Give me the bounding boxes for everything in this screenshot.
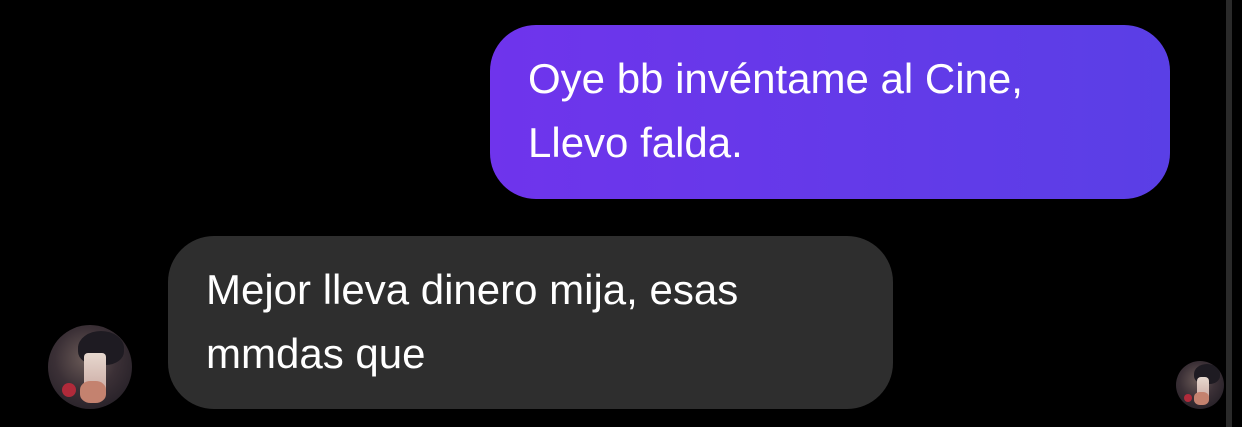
message-text-line: Oye bb invéntame al Cine, — [528, 55, 1023, 102]
seen-receipt-avatar — [1176, 361, 1224, 409]
contact-avatar[interactable] — [48, 325, 132, 409]
avatar-accent-shape — [62, 383, 76, 397]
avatar-hand-shape — [80, 381, 106, 403]
avatar-hand-shape — [1194, 392, 1209, 405]
scrollbar[interactable] — [1226, 0, 1232, 427]
message-text-line: Llevo falda. — [528, 119, 743, 166]
received-message-bubble[interactable]: Mejor lleva dinero mija, esas mmdas que — [168, 236, 893, 409]
avatar-accent-shape — [1184, 394, 1192, 402]
message-text-line: Mejor lleva dinero mija, esas — [206, 266, 739, 313]
sent-message-bubble[interactable]: Oye bb invéntame al Cine, Llevo falda. — [490, 25, 1170, 199]
message-text-line: mmdas que — [206, 330, 426, 377]
